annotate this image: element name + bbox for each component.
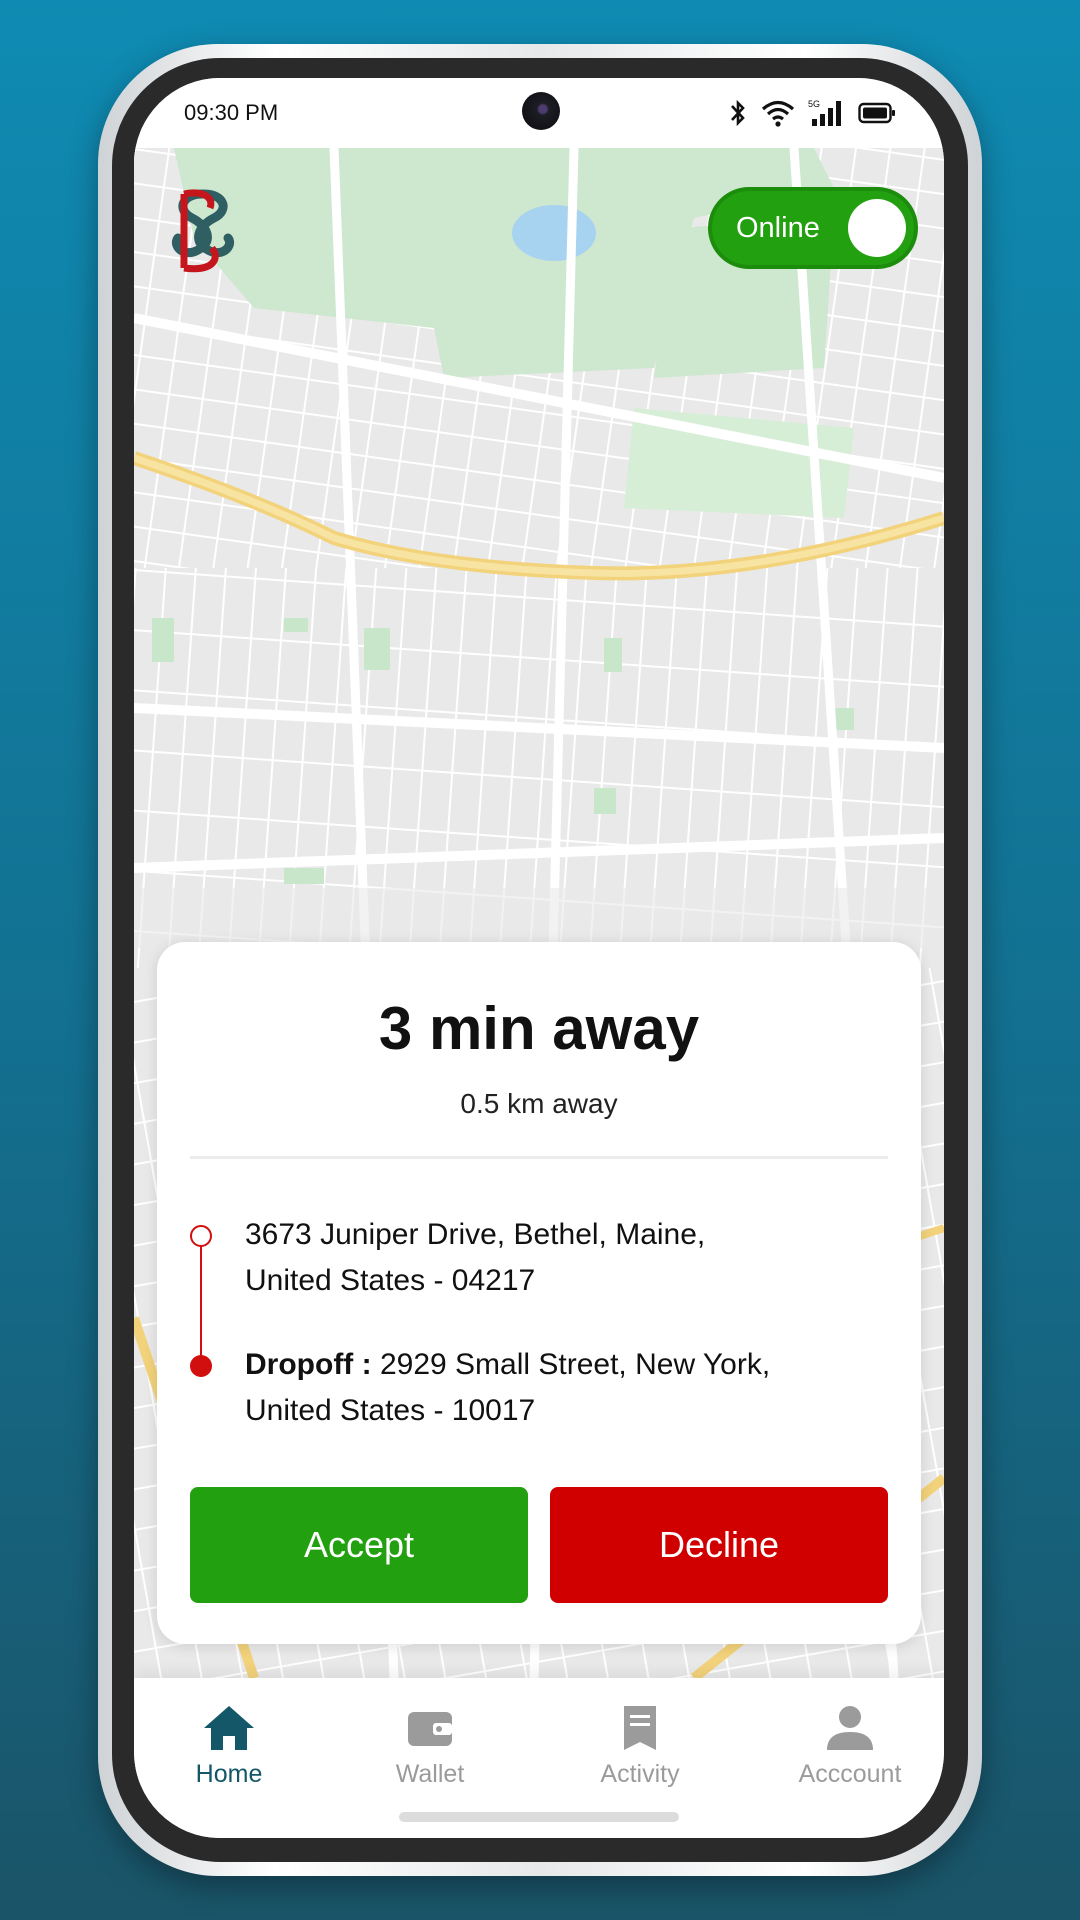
card-divider: [190, 1156, 888, 1159]
network-type-label: 5G: [808, 99, 820, 109]
route-connector: [200, 1238, 202, 1364]
nav-activity[interactable]: Activity: [550, 1704, 730, 1789]
toggle-knob: [848, 199, 906, 257]
signal-5g-icon: 5G: [808, 99, 841, 126]
dropoff-address: Dropoff : 2929 Small Street, New York, U…: [245, 1342, 865, 1434]
eta-heading: 3 min away: [378, 995, 700, 1062]
status-icons: 5G: [728, 98, 896, 128]
receipt-icon: [624, 1706, 656, 1750]
nav-home[interactable]: Home: [139, 1704, 319, 1789]
bluetooth-icon: [731, 99, 745, 127]
accept-button[interactable]: Accept: [190, 1487, 528, 1603]
battery-icon: [858, 102, 895, 124]
wallet-icon: [408, 1712, 452, 1746]
app-logo: [172, 189, 234, 273]
dropoff-marker-icon: [190, 1355, 212, 1377]
online-toggle[interactable]: Online: [708, 187, 918, 269]
dropoff-address-line2: United States - 10017: [245, 1394, 536, 1427]
decline-button[interactable]: Decline: [550, 1487, 888, 1603]
dropoff-address-line1: 2929 Small Street, New York,: [371, 1348, 771, 1381]
nav-account[interactable]: Acccount: [760, 1704, 940, 1789]
nav-activity-label: Activity: [600, 1760, 680, 1788]
pickup-marker-icon: [190, 1225, 212, 1247]
phone-screen: 09:30 PM 5G Online 3 min away 0.5 km awa…: [134, 78, 944, 1838]
nav-wallet[interactable]: Wallet: [340, 1704, 520, 1789]
dropoff-prefix: Dropoff :: [245, 1348, 372, 1381]
status-time: 09:30 PM: [184, 100, 279, 125]
online-toggle-label: Online: [736, 212, 820, 244]
user-icon: [827, 1706, 873, 1750]
nav-wallet-label: Wallet: [395, 1760, 465, 1788]
wifi-icon: [761, 100, 795, 127]
nav-account-label: Acccount: [798, 1760, 902, 1788]
home-indicator[interactable]: [399, 1812, 679, 1822]
pickup-address: 3673 Juniper Drive, Bethel, Maine, Unite…: [245, 1212, 865, 1304]
distance-text: 0.5 km away: [460, 1088, 618, 1119]
ride-request-card: 3 min away 0.5 km away 3673 Juniper Driv…: [157, 942, 921, 1644]
nav-home-label: Home: [195, 1760, 263, 1788]
pickup-address-line1: 3673 Juniper Drive, Bethel, Maine,: [245, 1218, 706, 1251]
home-icon: [204, 1706, 254, 1750]
front-camera: [522, 92, 560, 130]
pickup-address-line2: United States - 04217: [245, 1264, 536, 1297]
